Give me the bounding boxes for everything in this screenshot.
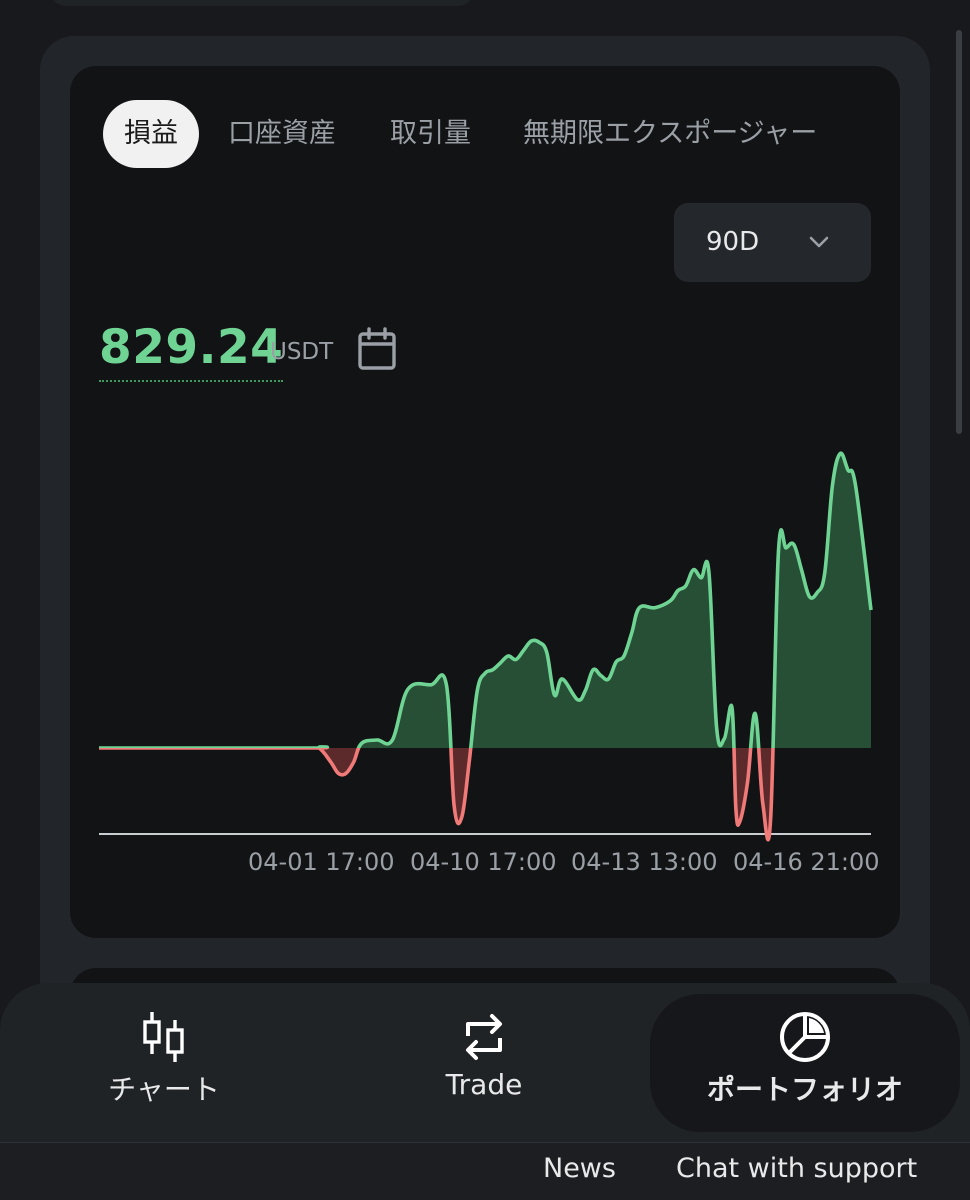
pnl-area-negative (99, 748, 871, 840)
candlestick-icon (143, 1012, 184, 1062)
nav-item-chart[interactable]: チャート (94, 1010, 234, 1108)
x-tick-label: 04-10 17:00 (410, 848, 557, 876)
swap-arrows-icon (466, 1014, 502, 1060)
nav-label: Trade (445, 1068, 523, 1101)
chat-support-link[interactable]: Chat with support (676, 1153, 917, 1184)
pie-chart-icon (780, 1012, 830, 1062)
pnl-area-positive (99, 453, 871, 748)
nav-item-portfolio[interactable]: ポートフォリオ (690, 1010, 920, 1108)
nav-item-trade[interactable]: Trade (424, 1010, 544, 1101)
news-link[interactable]: News (543, 1153, 616, 1184)
nav-label: ポートフォリオ (706, 1073, 903, 1106)
x-tick-label: 04-01 17:00 (248, 848, 395, 876)
x-tick-label: 04-13 13:00 (571, 848, 718, 876)
pnl-line-positive (99, 451, 873, 748)
pnl-line-negative (98, 748, 775, 842)
nav-label: チャート (108, 1073, 220, 1106)
footer-bar: News Chat with support (0, 1142, 970, 1200)
x-tick-label: 04-16 21:00 (733, 848, 880, 876)
